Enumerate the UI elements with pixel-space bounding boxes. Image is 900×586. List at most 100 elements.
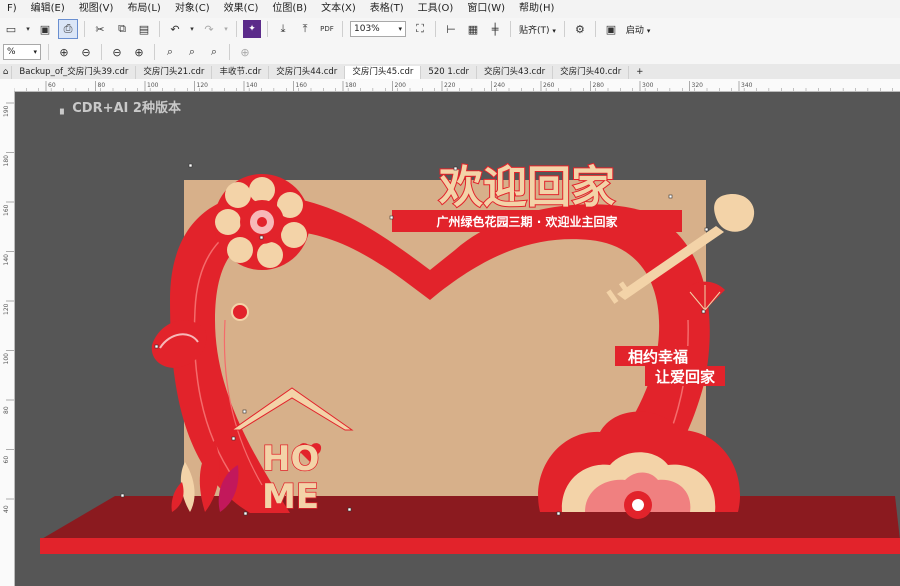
zoom-percent-select[interactable]: % ▾ bbox=[3, 44, 41, 60]
menu-item[interactable]: 布局(L) bbox=[120, 0, 167, 18]
menu-item[interactable]: 窗口(W) bbox=[460, 0, 512, 18]
document-tab[interactable]: 交房门头21.cdr bbox=[136, 66, 213, 79]
main-title[interactable]: 欢迎回家 bbox=[437, 161, 616, 214]
ruler-tick-label: 120 bbox=[197, 82, 209, 89]
drawing-canvas[interactable]: ▖ CDR+AI 2种版本 欢迎回家 广州绿色花园三期 · 欢迎业主回家 相约幸… bbox=[15, 92, 900, 586]
full-screen-icon[interactable]: ⛶ bbox=[411, 20, 429, 38]
flower-decoration[interactable] bbox=[214, 174, 310, 270]
save-icon[interactable]: ▣ bbox=[36, 20, 54, 38]
gear-icon[interactable]: ⚙ bbox=[571, 20, 589, 38]
guidelines-icon[interactable]: ╪ bbox=[486, 20, 504, 38]
undo-icon[interactable]: ↶ bbox=[166, 20, 184, 38]
ruler-tick-label: 200 bbox=[395, 82, 407, 89]
new-tab-button[interactable]: + bbox=[629, 66, 650, 79]
document-tab[interactable]: 交房门头44.cdr bbox=[269, 66, 346, 79]
platform-front[interactable] bbox=[40, 538, 900, 554]
ruler-tick-label: 40 bbox=[3, 505, 10, 513]
ruler-tick-label: 340 bbox=[741, 82, 753, 89]
document-tab[interactable]: Backup_of_交房门头39.cdr bbox=[12, 66, 137, 79]
ruler-tick-label: 240 bbox=[494, 82, 506, 89]
ruler-tick-label: 100 bbox=[147, 82, 159, 89]
ruler-tick-label: 100 bbox=[3, 353, 10, 365]
new-file-icon[interactable]: ▭ bbox=[2, 20, 20, 38]
grid-icon[interactable]: ▦ bbox=[464, 20, 482, 38]
ruler-tick-label: 80 bbox=[3, 406, 10, 414]
horizontal-ruler[interactable]: 60 80 100 120 140 160 180 200 220 240 260 280 300 320… bbox=[14, 79, 900, 92]
menu-item[interactable]: 表格(T) bbox=[363, 0, 411, 18]
toolbar-separator bbox=[84, 21, 85, 37]
chevron-down-icon[interactable]: ▾ bbox=[24, 20, 32, 38]
vertical-ruler[interactable]: 190 180 160 140 120 100 80 60 40 bbox=[0, 91, 15, 586]
document-tab[interactable]: 交房门头45.cdr bbox=[345, 66, 422, 79]
document-tab[interactable]: 520 1.cdr bbox=[421, 66, 478, 79]
toolbar-separator bbox=[342, 21, 343, 37]
ruler-tick-label: 120 bbox=[3, 303, 10, 315]
chevron-down-icon: ▾ bbox=[33, 48, 37, 56]
menu-item[interactable]: 对象(C) bbox=[168, 0, 217, 18]
ruler-tick-label: 300 bbox=[642, 82, 654, 89]
coin-ornament[interactable] bbox=[231, 303, 249, 321]
menu-item[interactable]: 效果(C) bbox=[217, 0, 266, 18]
ruler-tick-label: 80 bbox=[98, 82, 106, 89]
toolbar-separator bbox=[154, 44, 155, 60]
zoom-level-select[interactable]: 103% ▾ bbox=[350, 21, 406, 37]
document-tab[interactable]: 丰收节.cdr bbox=[212, 66, 270, 79]
door-arch-artwork: 欢迎回家 广州绿色花园三期 · 欢迎业主回家 相约幸福 让爱回家 HO ME bbox=[40, 161, 900, 554]
toolbar-separator bbox=[435, 21, 436, 37]
menu-item[interactable]: 视图(V) bbox=[72, 0, 121, 18]
chevron-down-icon[interactable]: ▾ bbox=[222, 20, 230, 38]
launch-button[interactable]: 启动 ▾ bbox=[622, 23, 654, 36]
snap-to-button[interactable]: 贴齐(T) ▾ bbox=[515, 23, 560, 36]
standard-toolbar: ▭ ▾ ▣ ⎙ ✂ ⧉ ▤ ↶ ▾ ↷ ▾ ✦ ⤓ ⤒ PDF 103% ▾ ⛶… bbox=[0, 18, 900, 41]
search-content-icon[interactable]: ✦ bbox=[243, 20, 261, 38]
chevron-down-icon[interactable]: ▾ bbox=[188, 20, 196, 38]
chevron-down-icon: ▾ bbox=[398, 25, 402, 33]
chevron-down-icon: ▾ bbox=[552, 26, 556, 35]
ruler-tick-label: 60 bbox=[3, 456, 10, 464]
home-icon: ⌂ bbox=[3, 67, 9, 77]
toolbar-separator bbox=[101, 44, 102, 60]
cut-icon[interactable]: ✂ bbox=[91, 20, 109, 38]
export-pdf-icon[interactable]: PDF bbox=[318, 20, 336, 38]
paste-icon[interactable]: ▤ bbox=[135, 20, 153, 38]
menu-item[interactable]: 帮助(H) bbox=[512, 0, 561, 18]
menu-item[interactable]: 编辑(E) bbox=[24, 0, 72, 18]
toolbar-separator bbox=[229, 44, 230, 60]
zoom-in-icon[interactable]: ⊕ bbox=[55, 43, 73, 61]
pan-icon[interactable]: ⊕ bbox=[236, 43, 254, 61]
ruler-tick-label: 260 bbox=[543, 82, 555, 89]
redo-icon[interactable]: ↷ bbox=[200, 20, 218, 38]
zoom-all-icon[interactable]: ⊕ bbox=[130, 43, 148, 61]
slogan-line-2[interactable]: 让爱回家 bbox=[655, 368, 715, 386]
home-text-top: HO bbox=[262, 439, 319, 479]
zoom-height-icon[interactable]: ⌕ bbox=[205, 43, 223, 61]
zoom-page-icon[interactable]: ⌕ bbox=[161, 43, 179, 61]
copy-icon[interactable]: ⧉ bbox=[113, 20, 131, 38]
home-tab[interactable]: ⌂ bbox=[0, 66, 13, 79]
print-icon[interactable]: ⎙ bbox=[58, 19, 78, 39]
menu-item[interactable]: F) bbox=[0, 0, 24, 18]
ruler-tick-label: 160 bbox=[3, 204, 10, 216]
platform-top[interactable] bbox=[40, 496, 900, 540]
toolbar-separator bbox=[159, 21, 160, 37]
export-icon[interactable]: ⤒ bbox=[296, 20, 314, 38]
zoom-width-icon[interactable]: ⌕ bbox=[183, 43, 201, 61]
menu-item[interactable]: 位图(B) bbox=[265, 0, 314, 18]
zoom-toolbar: % ▾ ⊕ ⊖ ⊖ ⊕ ⌕ ⌕ ⌕ ⊕ bbox=[0, 40, 900, 65]
slogan-line-1[interactable]: 相约幸福 bbox=[628, 348, 688, 366]
document-tab[interactable]: 交房门头43.cdr bbox=[477, 66, 554, 79]
toolbar-separator bbox=[510, 21, 511, 37]
toolbar-separator bbox=[563, 21, 565, 37]
launch-app-icon[interactable]: ▣ bbox=[602, 20, 620, 38]
import-icon[interactable]: ⤓ bbox=[274, 20, 292, 38]
ruler-tick-label: 60 bbox=[48, 82, 56, 89]
menu-item[interactable]: 文本(X) bbox=[314, 0, 363, 18]
toolbar-separator bbox=[48, 44, 49, 60]
subtitle-text[interactable]: 广州绿色花园三期 · 欢迎业主回家 bbox=[437, 214, 619, 229]
zoom-out-icon[interactable]: ⊖ bbox=[77, 43, 95, 61]
ruler-tick-label: 140 bbox=[246, 82, 258, 89]
document-tab[interactable]: 交房门头40.cdr bbox=[553, 66, 630, 79]
menu-item[interactable]: 工具(O) bbox=[411, 0, 461, 18]
rulers-icon[interactable]: ⊢ bbox=[442, 20, 460, 38]
zoom-selected-icon[interactable]: ⊖ bbox=[108, 43, 126, 61]
